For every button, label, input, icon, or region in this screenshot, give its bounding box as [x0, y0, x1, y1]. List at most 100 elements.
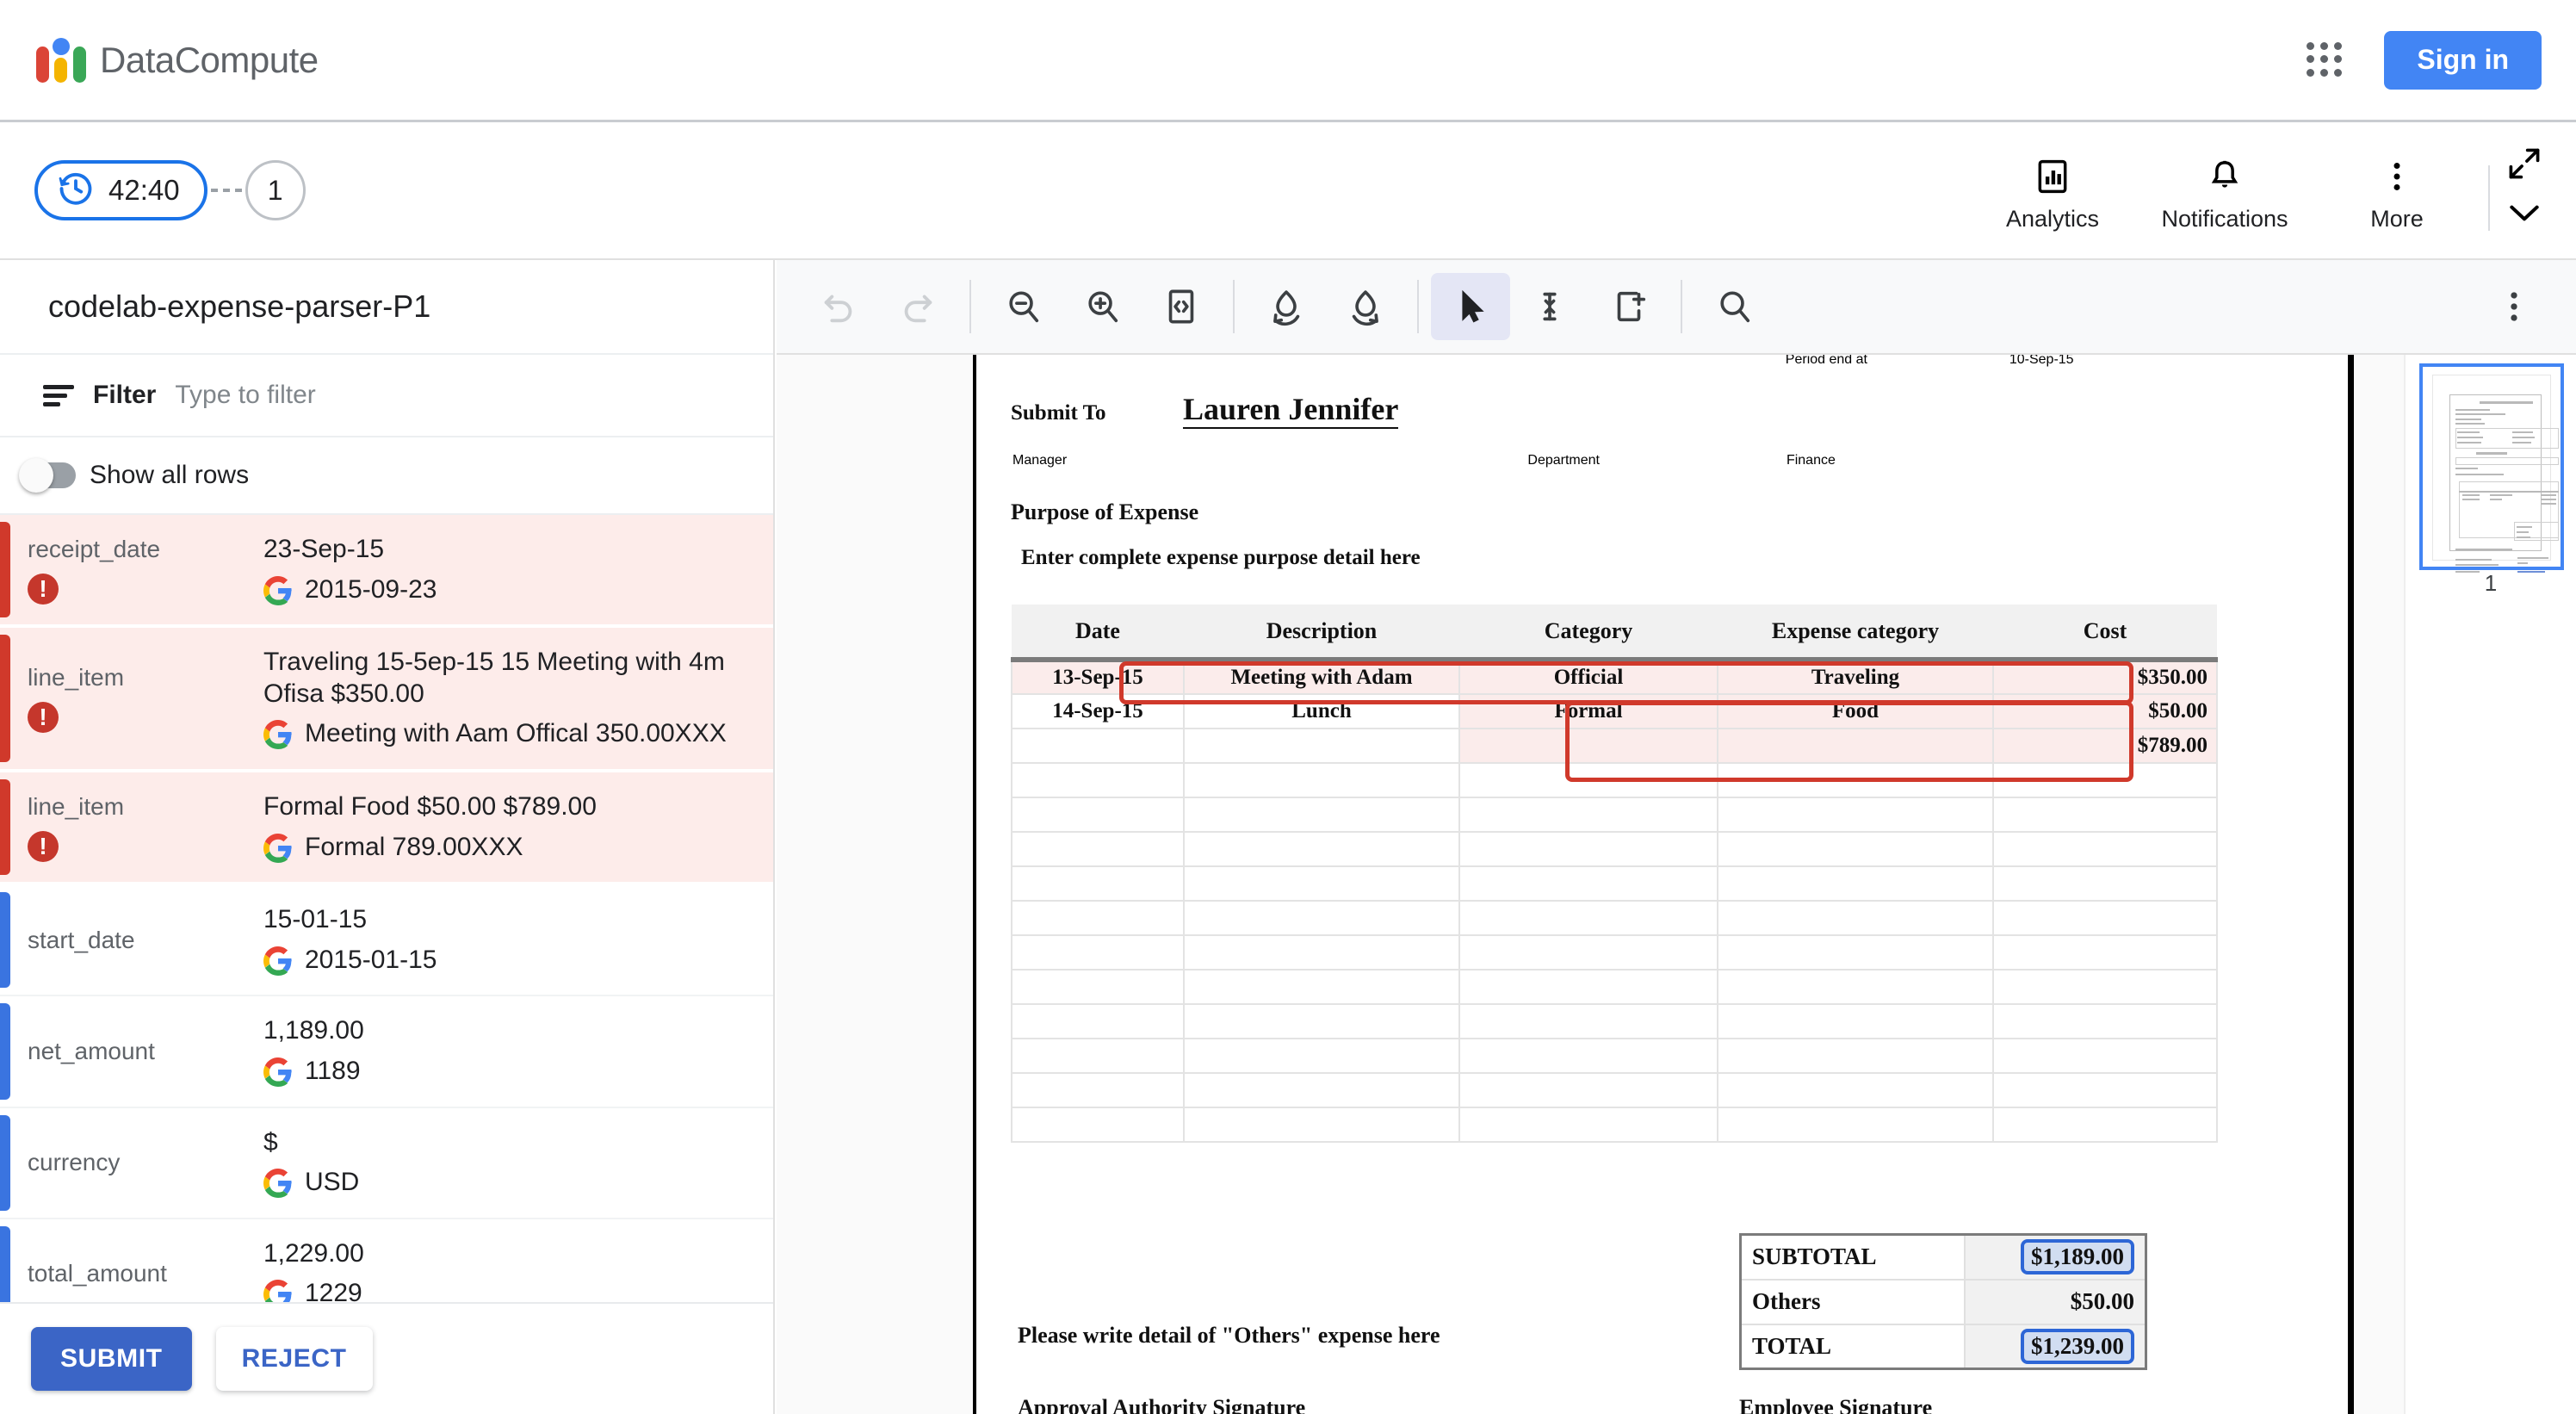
cell-cost: $789.00 — [1992, 728, 2218, 764]
expense-row[interactable]: $789.00 — [1011, 728, 2218, 764]
filter-row: Filter — [0, 355, 773, 437]
field-key: start_date — [28, 926, 135, 953]
extraction-panel: codelab-expense-parser-P1 Filter Show al… — [0, 260, 775, 1414]
rotate-left-icon[interactable] — [1247, 273, 1326, 340]
submit-button[interactable]: SUBMIT — [31, 1327, 192, 1391]
timer-chip[interactable]: 42:40 — [34, 160, 207, 220]
apps-grid-icon[interactable] — [2307, 41, 2343, 78]
zoom-out-icon[interactable] — [983, 273, 1062, 340]
more-button[interactable]: More — [2311, 154, 2483, 236]
department-label: Department — [1527, 453, 1600, 468]
field-predicted-value: Formal 789.00XXX — [263, 832, 597, 864]
table-row[interactable]: receipt_date ! 23-Sep-15 2015-09-23 — [0, 515, 773, 629]
table-row[interactable]: net_amount 1,189.00 1189 — [0, 996, 773, 1108]
show-all-rows-row[interactable]: Show all rows — [0, 437, 773, 515]
subtotal-value-cell[interactable]: $1,189.00 — [1963, 1233, 2147, 1281]
toolbar-divider — [1681, 280, 1682, 333]
field-given-value: Traveling 15-5ep-15 15 Meeting with 4m O… — [263, 648, 725, 708]
error-icon: ! — [28, 702, 59, 734]
analytics-button[interactable]: Analytics — [1966, 154, 2139, 236]
error-icon: ! — [28, 573, 59, 605]
notifications-button[interactable]: Notifications — [2139, 154, 2311, 236]
document-more-icon[interactable] — [2474, 273, 2554, 340]
page-thumbnail[interactable] — [2419, 363, 2564, 573]
redo-icon[interactable] — [878, 273, 957, 340]
expense-row[interactable] — [1011, 969, 2218, 1005]
field-key: total_amount — [28, 1260, 167, 1287]
fit-page-icon[interactable] — [1142, 273, 1221, 340]
add-region-icon[interactable] — [1589, 273, 1669, 340]
chevron-down-icon[interactable] — [2505, 199, 2543, 231]
app-header: DataCompute Sign in — [0, 0, 2576, 122]
others-hint: Please write detail of "Others" expense … — [1018, 1323, 1440, 1348]
totals-row[interactable]: SUBTOTAL $1,189.00 — [1739, 1233, 2147, 1281]
submit-to-label: Submit To — [1011, 401, 1106, 425]
totals-row[interactable]: TOTAL $1,239.00 — [1739, 1323, 2147, 1370]
expense-row[interactable] — [1011, 762, 2218, 798]
undo-icon[interactable] — [799, 273, 878, 340]
document-page[interactable]: Period end at 10-Sep-15 Submit To Lauren… — [973, 355, 2354, 1414]
field-key: line_item — [28, 664, 125, 691]
step-indicator[interactable]: 1 — [245, 160, 306, 220]
table-row[interactable]: start_date 15-01-15 2015-01-15 — [0, 885, 773, 997]
task-progress: 42:40 1 — [34, 160, 306, 220]
expense-row[interactable] — [1011, 1038, 2218, 1074]
expense-row[interactable] — [1011, 831, 2218, 867]
expense-row[interactable] — [1011, 934, 2218, 971]
field-given-value: 1,189.00 — [263, 1016, 364, 1045]
expense-row[interactable]: 14-Sep-15 Lunch Formal Food $50.00 — [1011, 693, 2218, 729]
cell-expense-category: Food — [1717, 693, 1994, 729]
expand-diagonal-icon[interactable] — [2505, 145, 2543, 187]
document-viewer[interactable]: Period end at 10-Sep-15 Submit To Lauren… — [777, 355, 2404, 1414]
total-value-cell[interactable]: $1,239.00 — [1963, 1323, 2147, 1370]
cell-category: Formal — [1458, 693, 1718, 729]
expense-row[interactable] — [1011, 797, 2218, 833]
table-row[interactable]: line_item ! Formal Food $50.00 $789.00 F… — [0, 772, 773, 886]
employee-signature-label: Employee Signature — [1739, 1395, 1933, 1414]
field-predicted-value: 1229 — [263, 1278, 364, 1302]
reject-button[interactable]: REJECT — [215, 1327, 373, 1391]
toolbar-divider — [1233, 280, 1235, 333]
field-predicted-value: 2015-01-15 — [263, 945, 437, 977]
table-row[interactable]: line_item ! Traveling 15-5ep-15 15 Meeti… — [0, 628, 773, 772]
text-select-icon[interactable] — [1510, 273, 1589, 340]
zoom-in-icon[interactable] — [1062, 273, 1142, 340]
table-row[interactable]: currency $ USD — [0, 1108, 773, 1219]
expense-row[interactable] — [1011, 1072, 2218, 1108]
cell-date: 13-Sep-15 — [1011, 659, 1185, 695]
table-row[interactable]: total_amount 1,229.00 1229 — [0, 1219, 773, 1302]
field-given-value: 23-Sep-15 — [263, 535, 385, 563]
totals-table: SUBTOTAL $1,189.00 Others $50.00 TOTAL $… — [1739, 1233, 2147, 1370]
search-icon[interactable] — [1694, 273, 1774, 340]
field-predicted-text: Meeting with Aam Offical 350.00XXX — [305, 719, 727, 748]
history-restore-icon — [57, 170, 95, 212]
toolbar-divider — [1417, 280, 1419, 333]
google-g-icon — [263, 1057, 293, 1087]
filter-input[interactable] — [175, 381, 537, 410]
cursor-select-icon[interactable] — [1431, 273, 1510, 340]
field-given-value: 1,229.00 — [263, 1238, 364, 1268]
field-key: currency — [28, 1149, 121, 1176]
field-predicted-text: 1229 — [305, 1279, 362, 1302]
rotate-right-icon[interactable] — [1326, 273, 1405, 340]
period-end-value: 10-Sep-15 — [2009, 355, 2074, 367]
expense-row[interactable] — [1011, 1003, 2218, 1039]
filter-label: Filter — [93, 381, 157, 409]
totals-row[interactable]: Others $50.00 — [1739, 1278, 2147, 1325]
expense-row[interactable]: 13-Sep-15 Meeting with Adam Official Tra… — [1011, 659, 2218, 695]
approval-signature-label: Approval Authority Signature — [1018, 1395, 1306, 1414]
expense-row[interactable] — [1011, 865, 2218, 902]
toolbar-divider — [2488, 165, 2490, 231]
col-cost: Cost — [1993, 605, 2217, 662]
sign-in-button[interactable]: Sign in — [2384, 30, 2542, 90]
brand[interactable]: DataCompute — [36, 37, 319, 83]
analytics-chart-icon — [2034, 154, 2071, 199]
field-key: net_amount — [28, 1037, 155, 1064]
expense-row[interactable] — [1011, 1107, 2218, 1143]
cell-description — [1183, 728, 1460, 764]
total-value: $1,239.00 — [2021, 1328, 2134, 1364]
expense-row[interactable] — [1011, 900, 2218, 936]
show-all-rows-label: Show all rows — [90, 461, 250, 489]
field-predicted-value: 1189 — [263, 1056, 364, 1088]
show-all-rows-toggle[interactable] — [19, 458, 76, 493]
